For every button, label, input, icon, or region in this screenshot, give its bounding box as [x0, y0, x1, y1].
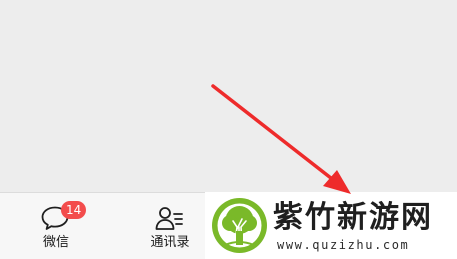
tab-contacts[interactable]: 通讯录 — [140, 193, 200, 259]
chat-list-area — [0, 0, 457, 192]
tab-contacts-label: 通讯录 — [150, 235, 190, 250]
screenshot: 14 微信 通讯录 紫竹新游网 www.quzizhu.com — [0, 0, 457, 259]
unread-badge: 14 — [61, 201, 87, 219]
watermark-banner: 紫竹新游网 www.quzizhu.com — [205, 192, 457, 259]
contacts-icon — [155, 207, 183, 230]
watermark-url: www.quzizhu.com — [277, 238, 410, 252]
watermark-title: 紫竹新游网 — [273, 200, 433, 235]
tab-chats-label: 微信 — [42, 235, 69, 250]
tree-logo-icon — [212, 198, 267, 253]
tab-chats[interactable]: 14 微信 — [26, 193, 87, 259]
